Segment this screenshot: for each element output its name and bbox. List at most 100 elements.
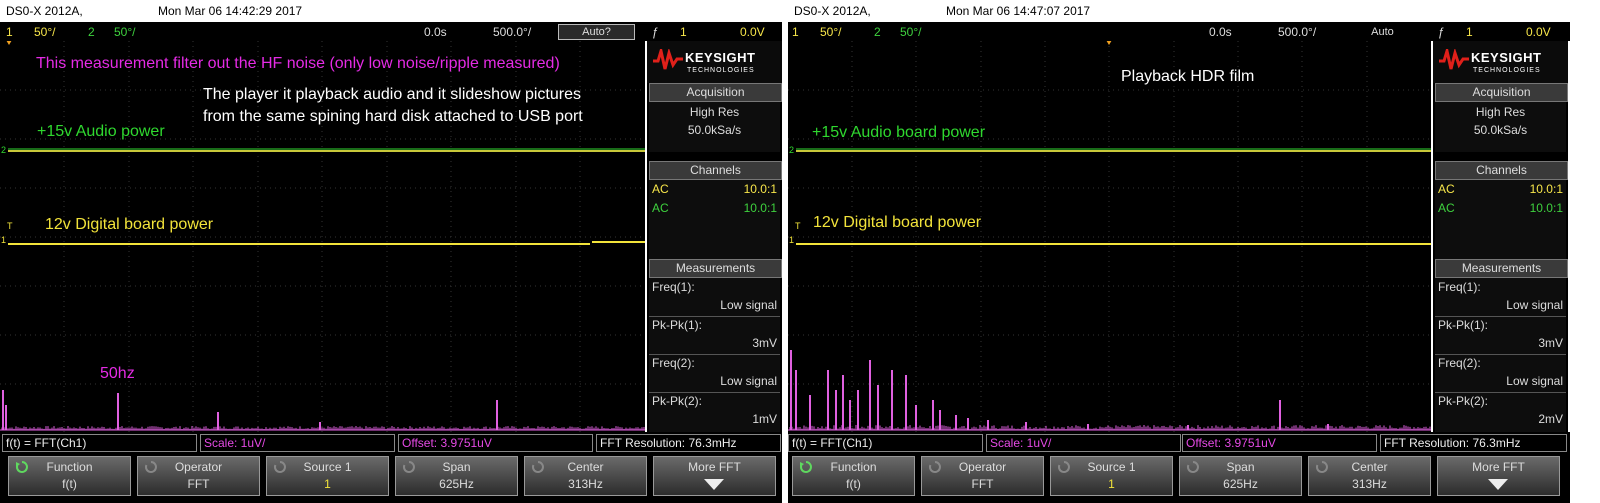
channels-header[interactable]: Channels: [649, 161, 782, 180]
status-bar: 1 50°/ 2 50°/ 0.0s 500.0°/ Auto ƒ 1 0.0V: [788, 22, 1570, 41]
waveform-display[interactable]: 2 T 1 Playback HDR film +15v Audio board…: [788, 41, 1431, 432]
softkey-bar: Function f(t) Operator FFT Source 1 1 Sp…: [0, 453, 782, 503]
ch1-coupling: AC: [652, 182, 669, 196]
measurements-header[interactable]: Measurements: [649, 259, 782, 278]
softkey-span[interactable]: Span 625Hz: [395, 456, 518, 496]
softkey-value: f(t): [846, 477, 861, 491]
ch2-number[interactable]: 2: [88, 25, 95, 39]
softkey-value: 313Hz: [568, 477, 603, 491]
trigger-channel[interactable]: 1: [680, 25, 687, 39]
fft-function[interactable]: f(t) = FFT(Ch1): [788, 434, 983, 452]
meas2-value: 3mV: [1538, 336, 1563, 350]
acquisition-header[interactable]: Acquisition: [649, 83, 782, 102]
softkey-center[interactable]: Center 313Hz: [524, 456, 647, 496]
softkey-operator[interactable]: Operator FFT: [137, 456, 260, 496]
softkey-more-fft[interactable]: More FFT: [653, 456, 776, 496]
brand-sub: TECHNOLOGIES: [687, 67, 755, 74]
annotation-desc-line1: The player it playback audio and it slid…: [203, 86, 581, 103]
model-name: DS0-X 2012A,: [6, 4, 83, 18]
ch2-coupling: AC: [1438, 201, 1455, 215]
softkey-value: 1: [1108, 477, 1115, 491]
ch2-number[interactable]: 2: [874, 25, 881, 39]
time-position[interactable]: 0.0s: [424, 25, 447, 39]
fft-info-bar: f(t) = FFT(Ch1) Scale: 1uV/ Offset: 3.97…: [788, 432, 1570, 453]
softkey-source[interactable]: Source 1 1: [266, 456, 389, 496]
brand-sub: TECHNOLOGIES: [1473, 67, 1541, 74]
ch2-coupling: AC: [652, 201, 669, 215]
softkey-title: Span: [1226, 460, 1255, 474]
title-bar: DS0-X 2012A, Mon Mar 06 14:47:07 2017: [788, 0, 1570, 22]
softkey-value: FFT: [187, 477, 210, 491]
channels-box: AC 10.0:1 AC 10.0:1: [1435, 180, 1566, 260]
ch1-probe: 10.0:1: [743, 182, 777, 196]
arrow-down-icon: [704, 479, 724, 490]
trigger-level-marker-icon: T: [7, 221, 13, 231]
ch1-number[interactable]: 1: [792, 25, 799, 39]
keysight-wave-icon: [1439, 49, 1469, 70]
meas-divider: [1435, 316, 1566, 317]
softkey-source[interactable]: Source 1 1: [1050, 456, 1173, 496]
softkey-more-fft[interactable]: More FFT: [1437, 456, 1560, 496]
meas2-label: Pk-Pk(1):: [1438, 318, 1489, 332]
status-bar: 1 50°/ 2 50°/ 0.0s 500.0°/ Auto? ƒ 1 0.0…: [0, 22, 782, 41]
channels-header[interactable]: Channels: [1435, 161, 1568, 180]
meas-divider: [1435, 354, 1566, 355]
annotation-desc-line2: from the same spining hard disk attached…: [203, 108, 583, 125]
softkey-function[interactable]: Function f(t): [792, 456, 915, 496]
brand-name: KEYSIGHT: [685, 50, 756, 65]
softkey-operator[interactable]: Operator FFT: [921, 456, 1044, 496]
fft-offset[interactable]: Offset: 3.9751uV: [1182, 434, 1377, 452]
acquisition-mode: High Res: [689, 105, 740, 119]
side-panel: KEYSIGHT TECHNOLOGIES Acquisition High R…: [1433, 41, 1568, 432]
ch2-ground-marker-icon: 2: [1, 145, 6, 155]
time-scale[interactable]: 500.0°/: [493, 25, 531, 39]
meas4-value: 1mV: [752, 412, 777, 426]
softkey-title: Function: [830, 460, 877, 474]
trigger-level[interactable]: 0.0V: [1526, 25, 1551, 39]
time-position[interactable]: 0.0s: [1209, 25, 1232, 39]
meas1-value: Low signal: [1506, 298, 1563, 312]
softkey-title: Source 1: [1087, 460, 1136, 474]
softkey-center[interactable]: Center 313Hz: [1308, 456, 1431, 496]
softkey-title: Span: [442, 460, 471, 474]
ch2-scale[interactable]: 50°/: [114, 25, 135, 39]
acquisition-header[interactable]: Acquisition: [1435, 83, 1568, 102]
meas3-label: Freq(2):: [1438, 356, 1481, 370]
fft-offset[interactable]: Offset: 3.9751uV: [398, 434, 593, 452]
softkey-span[interactable]: Span 625Hz: [1179, 456, 1302, 496]
acquisition-rate: 50.0kSa/s: [1473, 123, 1528, 137]
annotation-15v-label: +15v Audio power: [37, 123, 165, 140]
measurements-box: Freq(1): Low signal Pk-Pk(1): 3mV Freq(2…: [1435, 278, 1566, 432]
ch2-scale[interactable]: 50°/: [900, 25, 921, 39]
acquisition-mode: High Res: [1475, 105, 1526, 119]
dual-scope-screenshot: DS0-X 2012A, Mon Mar 06 14:42:29 2017 1 …: [0, 0, 1600, 503]
waveform-display[interactable]: 2 T 1 This measurement filter out the HF…: [0, 41, 645, 432]
time-scale[interactable]: 500.0°/: [1278, 25, 1316, 39]
ch1-number[interactable]: 1: [6, 25, 13, 39]
trigger-level[interactable]: 0.0V: [740, 25, 765, 39]
acquisition-rate: 50.0kSa/s: [687, 123, 742, 137]
keysight-logo: KEYSIGHT TECHNOLOGIES: [647, 41, 782, 83]
softkey-function[interactable]: Function f(t): [8, 456, 131, 496]
model-name: DS0-X 2012A,: [794, 4, 871, 18]
trigger-channel[interactable]: 1: [1466, 25, 1473, 39]
fft-resolution: FFT Resolution: 76.3mHz: [1380, 434, 1567, 452]
graticule: 2 T 1: [788, 41, 1431, 432]
softkey-title: Center: [1351, 460, 1388, 474]
fft-scale[interactable]: Scale: 1uV/: [200, 434, 395, 452]
measurements-header[interactable]: Measurements: [1435, 259, 1568, 278]
ch1-scale[interactable]: 50°/: [34, 25, 55, 39]
meas1-label: Freq(1):: [1438, 280, 1481, 294]
ch2-probe: 10.0:1: [743, 201, 777, 215]
annotation-15v-label: +15v Audio board power: [812, 124, 986, 141]
ch1-scale[interactable]: 50°/: [820, 25, 841, 39]
trigger-mode-button[interactable]: Auto?: [558, 24, 635, 40]
ch1-ground-marker-icon: 1: [1, 235, 6, 245]
softkey-title: Operator: [174, 460, 223, 474]
side-panel: KEYSIGHT TECHNOLOGIES Acquisition High R…: [647, 41, 782, 432]
acquisition-box: High Res 50.0kSa/s: [1435, 102, 1566, 152]
fft-function[interactable]: f(t) = FFT(Ch1): [2, 434, 197, 452]
fft-scale[interactable]: Scale: 1uV/: [986, 434, 1181, 452]
trigger-mode-button[interactable]: Auto: [1344, 24, 1421, 40]
meas3-value: Low signal: [720, 374, 777, 388]
